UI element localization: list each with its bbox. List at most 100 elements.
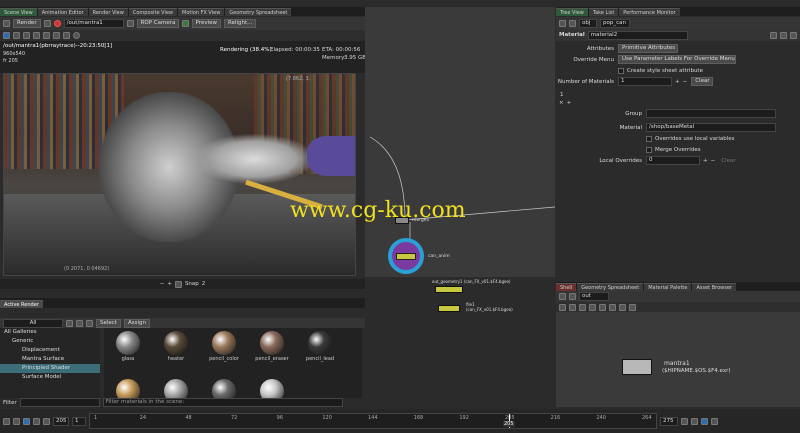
render-image[interactable]: (7.862, 3, (0 2071, 0 04692) — [3, 73, 356, 276]
add-override-icon[interactable]: + — [703, 158, 708, 164]
tab-active-render[interactable]: Active Render — [0, 300, 43, 308]
end-frame-field[interactable]: 275 — [660, 416, 678, 426]
render-button[interactable]: Render — [13, 19, 41, 28]
tree-generic[interactable]: Generic — [0, 337, 100, 346]
region-icon[interactable] — [13, 32, 20, 39]
help-icon[interactable] — [780, 31, 787, 39]
step-field[interactable]: 1 — [72, 416, 86, 426]
snapshot-icon[interactable] — [3, 32, 10, 39]
tab-take-list[interactable]: Take List — [588, 8, 619, 16]
clear-overrides-button[interactable]: Clear — [721, 158, 735, 164]
select-button[interactable]: Select — [96, 318, 121, 328]
num-materials-field[interactable]: 1 — [618, 77, 672, 86]
net-tool-icon-8[interactable] — [629, 303, 636, 311]
net-tool-icon-5[interactable] — [599, 303, 606, 311]
stop-play-icon[interactable] — [23, 417, 30, 425]
tab-animation-editor[interactable]: Animation Editor — [37, 8, 88, 16]
gallery-item[interactable]: pencil_wood — [105, 377, 151, 398]
tree-displacement[interactable]: Displacement — [0, 346, 100, 355]
rop-path-field[interactable]: /out/mantra1 — [63, 19, 124, 28]
snap-minus-icon[interactable]: − — [160, 281, 165, 287]
tree-all-galleries[interactable]: All Galleries — [0, 328, 100, 337]
net-tool-icon-6[interactable] — [609, 303, 616, 311]
out-back-icon[interactable] — [559, 293, 566, 300]
tab-performance-monitor[interactable]: Performance Monitor — [619, 8, 680, 16]
gear-icon[interactable] — [770, 31, 777, 39]
filter-tree-input[interactable] — [19, 398, 100, 407]
gallery-category-dropdown[interactable]: All — [3, 318, 63, 328]
node-name-field[interactable]: material2 — [587, 30, 688, 40]
preview-check-icon[interactable] — [181, 20, 189, 27]
remove-material-icon[interactable]: − — [683, 79, 688, 85]
local-overrides-field[interactable]: 0 — [646, 156, 700, 165]
gallery-item[interactable]: pencil_color — [201, 329, 247, 375]
channel-icon[interactable] — [33, 32, 40, 39]
next-key-icon[interactable] — [43, 417, 50, 425]
can-anim-node-ring[interactable] — [388, 238, 424, 274]
play-icon[interactable] — [33, 417, 40, 425]
net-tool-icon-7[interactable] — [619, 303, 626, 311]
tab-composite-view[interactable]: Composite View — [128, 8, 177, 16]
histogram-icon[interactable] — [63, 32, 70, 39]
style-sheet-checkbox[interactable] — [618, 67, 624, 74]
net-tool-icon-1[interactable] — [559, 303, 566, 311]
tree-principled-shader[interactable]: Principled Shader — [0, 364, 100, 373]
range-icon[interactable] — [711, 417, 718, 425]
mantra-node[interactable] — [622, 359, 652, 375]
stop-icon[interactable] — [43, 20, 51, 27]
gallery-item[interactable]: label — [249, 377, 295, 398]
net-tool-icon-2[interactable] — [569, 303, 576, 311]
gallery-settings-icon[interactable] — [76, 319, 83, 327]
path-obj[interactable]: obj — [579, 18, 597, 28]
gallery-view-icon[interactable] — [66, 319, 73, 327]
record-icon[interactable] — [53, 20, 61, 27]
attributes-dropdown[interactable]: Primitive Attributes — [618, 44, 678, 53]
zoom-icon[interactable] — [53, 32, 60, 39]
add-material-icon[interactable]: + — [675, 79, 680, 85]
nav-forward-icon[interactable] — [569, 19, 576, 27]
material-path-field[interactable]: /shop/baseMetal — [646, 123, 776, 132]
path-pop[interactable]: pop_can — [600, 18, 630, 28]
net-tool-icon-4[interactable] — [589, 303, 596, 311]
out-network-pane[interactable]: mantra1 ($HIPNAME.$OS.$F4.exr) — [556, 312, 800, 407]
group-field[interactable] — [646, 109, 776, 118]
current-frame-field[interactable]: 205 — [53, 416, 69, 426]
tab-geometry-spreadsheet[interactable]: Geometry Spreadsheet — [225, 8, 292, 16]
snap-plus-icon[interactable]: + — [167, 281, 172, 287]
out-path-field[interactable]: out — [579, 292, 609, 301]
gallery-item[interactable]: heater — [153, 329, 199, 375]
node-graph-pane[interactable]: merge1 — [365, 7, 555, 277]
prev-key-icon[interactable] — [13, 417, 20, 425]
color-correct-icon[interactable] — [73, 32, 80, 39]
gallery-item[interactable]: transformium — [201, 377, 247, 398]
info-icon[interactable] — [790, 31, 797, 39]
gallery-item[interactable]: glass — [105, 329, 151, 375]
gallery-refresh-icon[interactable] — [86, 319, 93, 327]
out-geometry-node[interactable] — [435, 286, 463, 293]
realtime-icon[interactable] — [701, 417, 708, 425]
timeline-ruler[interactable]: 124487296120144168192205216240264205 — [89, 413, 657, 429]
tab-scene-view[interactable]: Scene View — [0, 8, 37, 16]
rgb-icon[interactable] — [23, 32, 30, 39]
add-instance-icon[interactable]: + — [567, 100, 572, 106]
tab-tree-view[interactable]: Tree View — [556, 8, 588, 16]
overrides-local-checkbox[interactable] — [646, 135, 652, 142]
assign-button[interactable]: Assign — [123, 318, 150, 328]
file-node[interactable] — [438, 305, 460, 312]
relight-button[interactable]: Relight... — [224, 19, 257, 28]
lut-icon[interactable] — [43, 32, 50, 39]
tab-shell[interactable]: Shell — [556, 283, 577, 291]
override-menu-dropdown[interactable]: Use Parameter Labels For Override Menu — [618, 55, 736, 64]
keyframe-icon[interactable] — [681, 417, 688, 425]
gallery-item[interactable]: pencil_lead — [297, 329, 343, 375]
out-forward-icon[interactable] — [569, 293, 576, 300]
tab-render-view[interactable]: Render View — [88, 8, 128, 16]
tree-surface-model[interactable]: Surface Model — [0, 373, 100, 382]
back-icon[interactable] — [3, 20, 10, 27]
remove-override-icon[interactable]: − — [711, 158, 716, 164]
clear-materials-button[interactable]: Clear — [691, 77, 714, 86]
remove-instance-icon[interactable]: × — [559, 100, 564, 106]
tab-geometry-spreadsheet-2[interactable]: Geometry Spreadsheet — [577, 283, 644, 291]
nav-back-icon[interactable] — [559, 19, 566, 27]
tab-asset-browser[interactable]: Asset Browser — [692, 283, 736, 291]
